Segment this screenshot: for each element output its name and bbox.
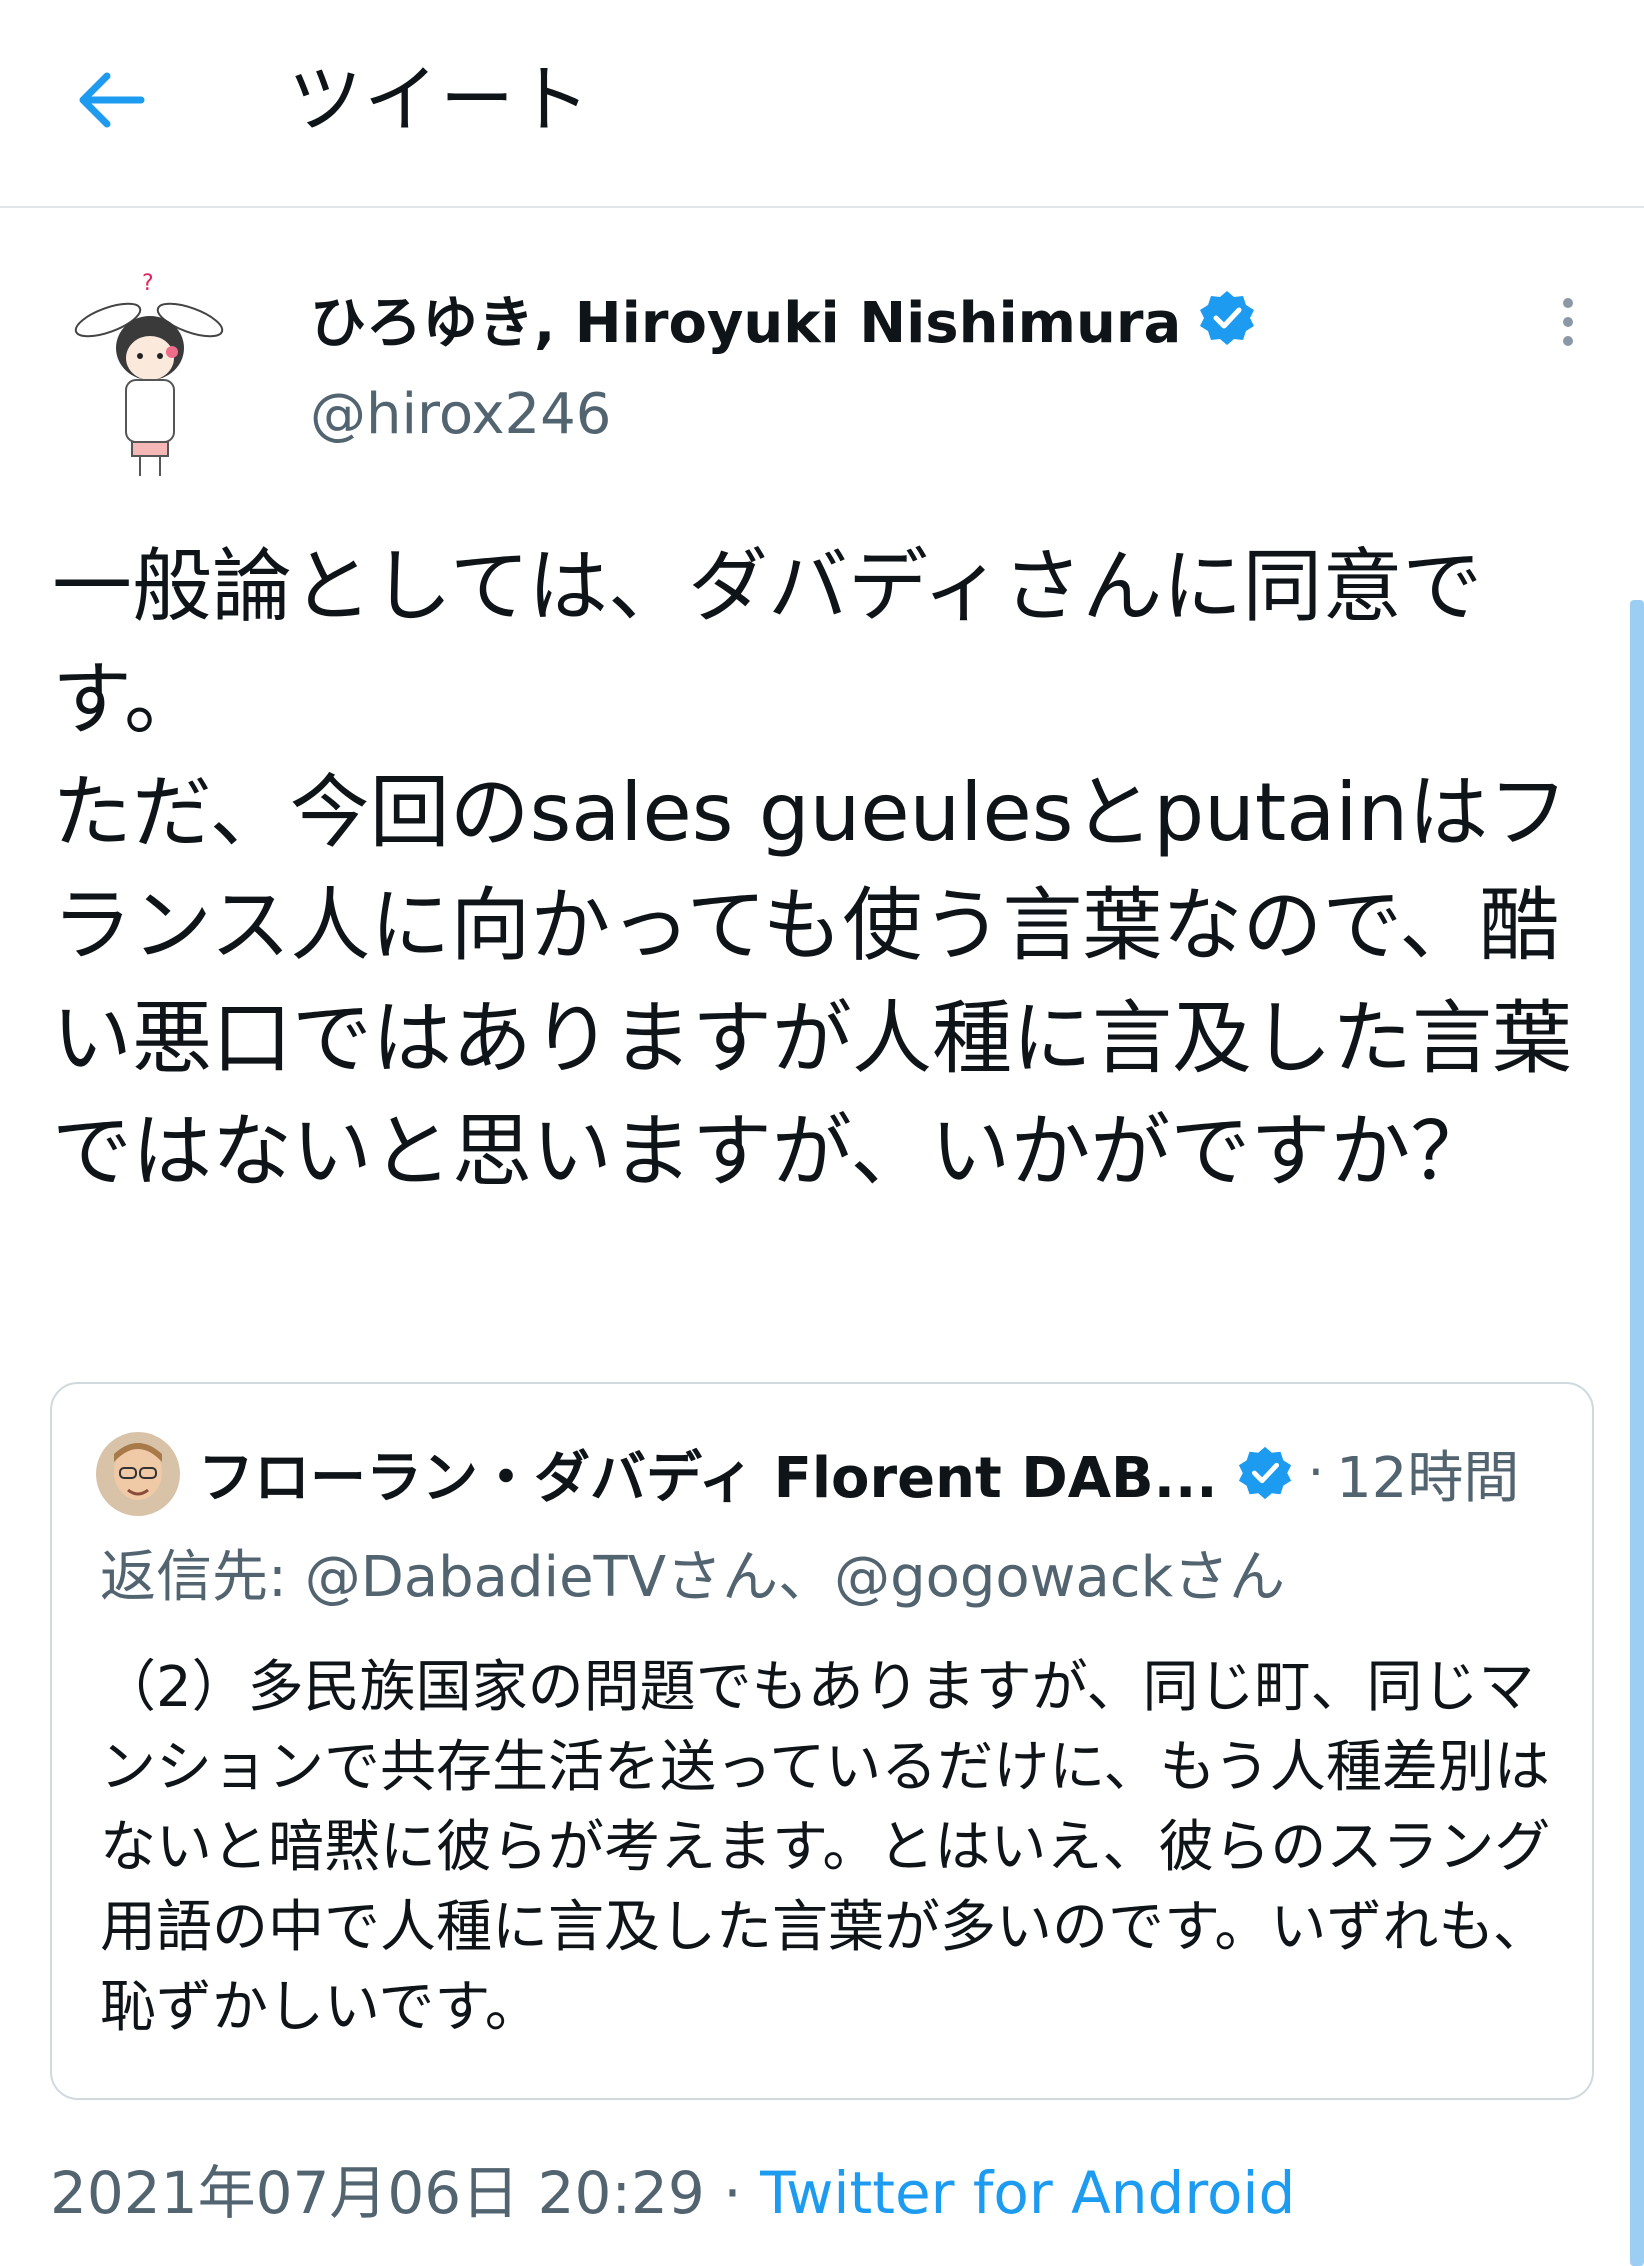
quoted-tweet-card[interactable]: フローラン・ダバディ Florent DAB... · 12時間 返信先: @D… xyxy=(50,1382,1594,2100)
tweet-source-link[interactable]: Twitter for Android xyxy=(760,2159,1295,2227)
more-dot-icon xyxy=(1563,317,1573,327)
author-display-name[interactable]: ひろゆき, Hiroyuki Nishimura xyxy=(310,278,1181,359)
quote-time: 12時間 xyxy=(1336,1445,1520,1511)
more-dot-icon xyxy=(1563,336,1573,346)
quote-header: フローラン・ダバディ Florent DAB... · 12時間 xyxy=(198,1428,1568,1518)
meta-separator: · xyxy=(723,2159,742,2227)
author-avatar[interactable]: ? xyxy=(70,262,230,482)
verified-badge-icon xyxy=(1200,291,1255,345)
back-button[interactable] xyxy=(62,52,158,148)
reply-label: 返信先: xyxy=(100,1545,287,1610)
author-handle[interactable]: @hirox246 xyxy=(310,382,611,447)
scrollbar[interactable] xyxy=(1630,600,1644,2266)
back-arrow-icon xyxy=(79,72,145,128)
avatar-illustration: ? xyxy=(74,271,224,476)
author-name-row[interactable]: ひろゆき, Hiroyuki Nishimura xyxy=(310,278,1257,358)
quote-separator: · xyxy=(1307,1443,1325,1503)
tweet-meta-row: 2021年07月06日 20:29 · Twitter for Android xyxy=(50,2146,1295,2230)
verified-badge-icon xyxy=(1238,1446,1291,1500)
tweet-text: 一般論としては、ダバディさんに同意です。 ただ、今回のsales gueules… xyxy=(52,540,1572,1198)
reply-to-row: 返信先: @DabadieTVさん、@gogowackさん xyxy=(100,1532,1285,1613)
page-title: ツイート xyxy=(288,57,592,143)
quote-text: （2）多民族国家の問題でもありますが、同じ町、同じマンションで共存生活を送ってい… xyxy=(100,1655,1551,2040)
more-options-button[interactable] xyxy=(1540,286,1596,358)
top-bar: ツイート xyxy=(0,0,1644,208)
tweet-timestamp[interactable]: 2021年07月06日 20:29 xyxy=(50,2159,705,2227)
svg-text:?: ? xyxy=(142,271,154,296)
quote-author-avatar xyxy=(96,1432,180,1516)
more-dot-icon xyxy=(1563,298,1573,308)
reply-to-mentions[interactable]: @DabadieTVさん、@gogowackさん xyxy=(305,1545,1285,1610)
quote-author-name: フローラン・ダバディ Florent DAB... xyxy=(198,1445,1218,1511)
